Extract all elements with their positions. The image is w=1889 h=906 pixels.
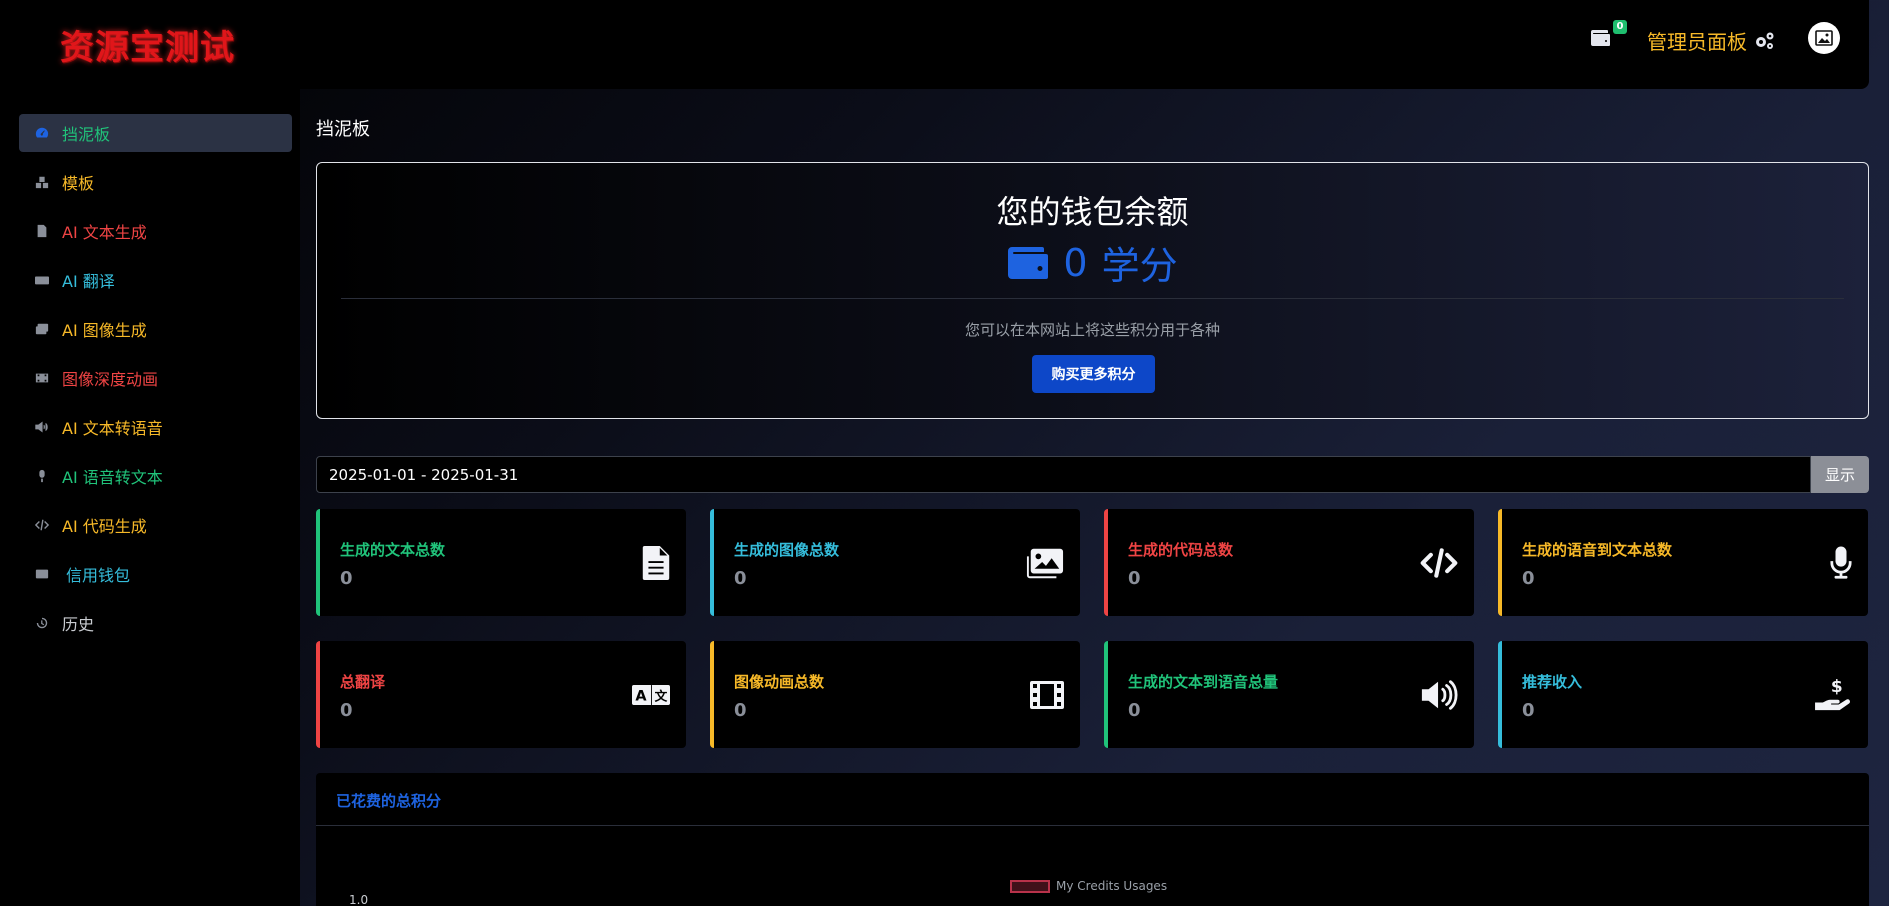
sidebar-item-ai-image[interactable]: AI 图像生成 [19, 310, 292, 348]
top-header: 0 管理员面板 [275, 0, 1869, 89]
page-title: 挡泥板 [316, 119, 370, 140]
stat-value: 0 [1128, 700, 1141, 721]
sidebar-item-image-animation[interactable]: 图像深度动画 [19, 359, 292, 397]
code-icon [33, 518, 51, 532]
wallet-icon [33, 567, 51, 581]
volume-icon [33, 420, 51, 434]
stat-value: 0 [734, 568, 747, 589]
sidebar-item-dashboard[interactable]: 挡泥板 [19, 114, 292, 152]
language-icon [33, 273, 51, 287]
sidebar-item-tts[interactable]: AI 文本转语音 [19, 408, 292, 446]
sidebar-item-label: 挡泥板 [62, 125, 111, 144]
stat-card-text: 生成的文本总数 0 [316, 509, 686, 616]
sidebar-nav: 挡泥板 模板 AI 文本生成 AI 翻译 AI 图像生成 图像深度动画 AI 文… [19, 114, 292, 653]
wallet-badge: 0 [1613, 20, 1627, 34]
svg-text:$: $ [1831, 678, 1843, 697]
boxes-icon [33, 175, 51, 189]
stat-label: 生成的图像总数 [734, 541, 840, 559]
sidebar-item-ai-code[interactable]: AI 代码生成 [19, 506, 292, 544]
stat-value: 0 [340, 568, 353, 589]
sidebar-item-ai-translate[interactable]: AI 翻译 [19, 261, 292, 299]
stat-card-stt: 生成的语音到文本总数 0 [1498, 509, 1868, 616]
stat-card-code: 生成的代码总数 0 [1104, 509, 1474, 616]
stat-label: 推荐收入 [1522, 673, 1583, 691]
wallet-title: 您的钱包余额 [996, 193, 1189, 231]
file-text-icon [33, 224, 51, 238]
sidebar-item-ai-text[interactable]: AI 文本生成 [19, 212, 292, 250]
stat-value: 0 [1522, 700, 1535, 721]
hand-dollar-icon: $ [1814, 677, 1852, 713]
code-icon [1420, 545, 1458, 581]
film-icon [33, 371, 51, 385]
stat-card-images: 生成的图像总数 0 [710, 509, 1080, 616]
dashboard-icon [33, 126, 51, 140]
sidebar-item-templates[interactable]: 模板 [19, 163, 292, 201]
date-filter: 显示 [316, 456, 1869, 493]
stat-value: 0 [734, 700, 747, 721]
sidebar-item-history[interactable]: 历史 [19, 604, 292, 642]
legend-label: My Credits Usages [1056, 879, 1168, 893]
wallet-amount-row: 0 学分 [317, 235, 1868, 290]
svg-text:文: 文 [655, 688, 668, 703]
sidebar-item-label: 信用钱包 [66, 566, 131, 585]
wallet-description: 您可以在本网站上将这些积分用于各种 [964, 321, 1220, 339]
svg-text:A: A [635, 688, 647, 704]
chart-legend[interactable]: My Credits Usages [1010, 879, 1167, 893]
admin-panel-label: 管理员面板 [1647, 30, 1747, 54]
divider [341, 298, 1844, 299]
images-icon [33, 322, 51, 336]
sidebar-item-credit-wallet[interactable]: 信用钱包 [19, 555, 292, 593]
chart-title: 已花费的总积分 [336, 792, 442, 810]
y-axis-tick: 1.0 [349, 893, 369, 906]
gears-icon [1756, 32, 1774, 49]
divider [316, 825, 1869, 826]
sidebar-item-label: AI 代码生成 [62, 517, 147, 536]
language-icon: A文 [632, 677, 670, 713]
user-avatar[interactable] [1808, 22, 1840, 54]
film-icon [1026, 677, 1064, 713]
credits-chart-card: 已花费的总积分 My Credits Usages 1.0 [316, 773, 1869, 906]
stat-label: 图像动画总数 [734, 673, 825, 691]
stat-label: 生成的语音到文本总数 [1522, 541, 1673, 559]
stat-value: 0 [1522, 568, 1535, 589]
sidebar-item-label: 模板 [62, 174, 95, 193]
show-button[interactable]: 显示 [1811, 456, 1869, 493]
image-placeholder-icon [1815, 30, 1833, 46]
stat-card-translations: 总翻译 0 A文 [316, 641, 686, 748]
stat-card-animations: 图像动画总数 0 [710, 641, 1080, 748]
admin-panel-link[interactable]: 管理员面板 [1647, 26, 1775, 55]
stat-label: 生成的文本总数 [340, 541, 446, 559]
wallet-amount: 0 [1063, 240, 1088, 285]
stat-label: 总翻译 [340, 673, 386, 691]
date-range-input[interactable] [316, 456, 1811, 493]
stat-card-referral: 推荐收入 0 $ [1498, 641, 1868, 748]
wallet-icon [1008, 246, 1049, 279]
brand-logo[interactable]: 资源宝测试 [60, 20, 235, 69]
stat-value: 0 [340, 700, 353, 721]
stat-label: 生成的代码总数 [1128, 541, 1234, 559]
file-text-icon [632, 545, 670, 581]
sidebar-item-label: AI 文本生成 [62, 223, 147, 242]
stat-card-tts: 生成的文本到语音总量 0 [1104, 641, 1474, 748]
stat-value: 0 [1128, 568, 1141, 589]
legend-swatch [1010, 879, 1050, 893]
microphone-icon [33, 469, 51, 483]
wallet-balance-card: 您的钱包余额 0 学分 您可以在本网站上将这些积分用于各种 购买更多积分 [316, 162, 1869, 419]
microphone-icon [1814, 545, 1852, 581]
buy-credits-button[interactable]: 购买更多积分 [1032, 355, 1155, 393]
wallet-unit: 学分 [1101, 244, 1178, 288]
volume-icon [1420, 677, 1458, 713]
sidebar-item-label: AI 翻译 [62, 272, 115, 291]
sidebar-item-stt[interactable]: AI 语音转文本 [19, 457, 292, 495]
sidebar: 资源宝测试 挡泥板 模板 AI 文本生成 AI 翻译 AI 图像生成 图像深度动… [0, 0, 300, 906]
history-icon [33, 616, 51, 630]
sidebar-item-label: AI 文本转语音 [62, 419, 163, 438]
stat-label: 生成的文本到语音总量 [1128, 673, 1279, 691]
images-icon [1026, 545, 1064, 581]
sidebar-item-label: 历史 [62, 615, 95, 634]
sidebar-item-label: AI 语音转文本 [62, 468, 163, 487]
sidebar-item-label: AI 图像生成 [62, 321, 147, 340]
sidebar-item-label: 图像深度动画 [62, 370, 159, 389]
